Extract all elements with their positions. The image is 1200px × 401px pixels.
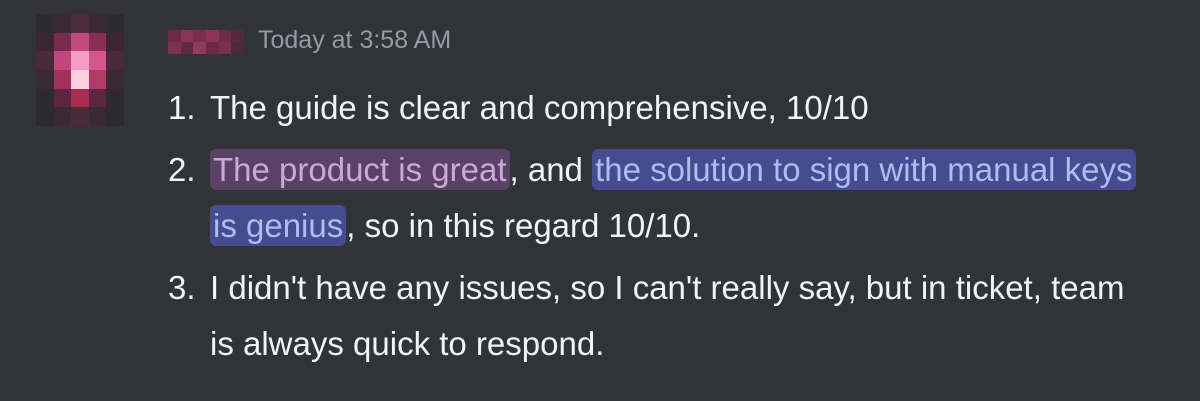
list-item-number: 1.	[168, 89, 196, 126]
list-item-text: The guide is clear and comprehensive, 10…	[210, 89, 869, 126]
list-item-text: The product is great, and the solution t…	[210, 142, 1148, 254]
inline-text: , so in this regard 10/10.	[346, 207, 701, 244]
list-item: 2. The product is great, and the solutio…	[168, 142, 1148, 254]
message-timestamp[interactable]: Today at 3:58 AM	[258, 26, 451, 55]
list-item: 3. I didn't have any issues, so I can't …	[168, 260, 1148, 372]
username-redacted[interactable]	[168, 30, 244, 54]
chat-message: Today at 3:58 AM 1. The guide is clear a…	[0, 0, 1200, 401]
highlight-purple: The product is great	[210, 149, 510, 190]
list-item-number: 2.	[168, 151, 196, 188]
list-item: 1. The guide is clear and comprehensive,…	[168, 80, 1148, 136]
list-item-text: I didn't have any issues, so I can't rea…	[210, 269, 1125, 362]
avatar[interactable]	[36, 14, 124, 126]
list-item-number: 3.	[168, 269, 196, 306]
message-numbered-list: 1. The guide is clear and comprehensive,…	[168, 80, 1148, 378]
inline-text: , and	[509, 151, 593, 188]
